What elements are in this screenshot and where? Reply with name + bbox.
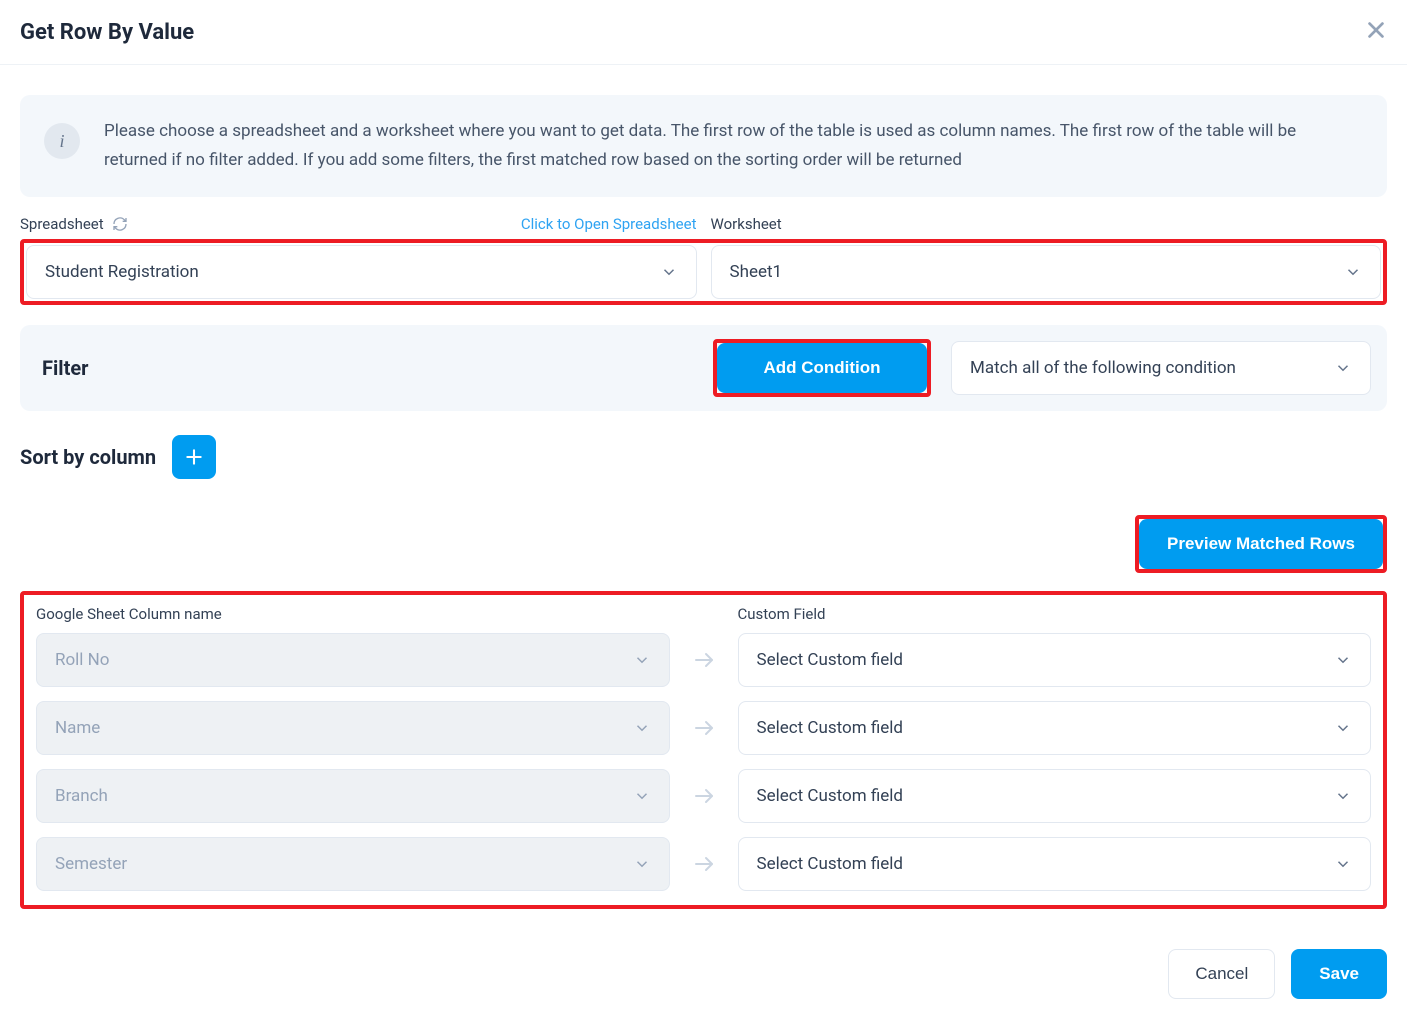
chevron-down-icon [633, 651, 651, 669]
sort-title: Sort by column [20, 445, 156, 469]
add-condition-button[interactable]: Add Condition [717, 343, 927, 393]
spreadsheet-value: Student Registration [45, 262, 199, 282]
chevron-down-icon [633, 719, 651, 737]
cancel-button[interactable]: Cancel [1168, 949, 1275, 999]
chevron-down-icon [660, 263, 678, 281]
highlight-preview: Preview Matched Rows [1135, 515, 1387, 573]
column-select[interactable]: Name [36, 701, 670, 755]
info-icon: i [44, 123, 80, 159]
arrow-icon [684, 852, 724, 876]
mapping-row: Branch Select Custom field [36, 769, 1371, 823]
chevron-down-icon [1334, 359, 1352, 377]
preview-button[interactable]: Preview Matched Rows [1139, 519, 1383, 569]
dialog-title: Get Row By Value [20, 20, 194, 45]
spreadsheet-label: Spreadsheet [20, 215, 104, 233]
custom-field-select[interactable]: Select Custom field [738, 837, 1372, 891]
sort-row: Sort by column [20, 435, 1387, 479]
custom-field-header: Custom Field [738, 605, 1372, 623]
worksheet-select[interactable]: Sheet1 [711, 245, 1382, 299]
chevron-down-icon [1334, 719, 1352, 737]
column-name-header: Google Sheet Column name [36, 605, 670, 623]
add-sort-button[interactable] [172, 435, 216, 479]
filter-title: Filter [42, 356, 693, 380]
plus-icon [184, 447, 204, 467]
refresh-icon[interactable] [112, 216, 128, 232]
close-button[interactable] [1365, 18, 1387, 46]
mapping-row: Semester Select Custom field [36, 837, 1371, 891]
highlight-mapping: Google Sheet Column name Custom Field Ro… [20, 591, 1387, 909]
custom-field-select[interactable]: Select Custom field [738, 633, 1372, 687]
chevron-down-icon [1334, 855, 1352, 873]
column-select[interactable]: Branch [36, 769, 670, 823]
mapping-row: Name Select Custom field [36, 701, 1371, 755]
column-select[interactable]: Roll No [36, 633, 670, 687]
match-condition-value: Match all of the following condition [970, 358, 1236, 378]
column-select[interactable]: Semester [36, 837, 670, 891]
close-icon [1365, 19, 1387, 41]
worksheet-label: Worksheet [711, 215, 782, 233]
open-spreadsheet-link[interactable]: Click to Open Spreadsheet [521, 215, 697, 233]
chevron-down-icon [633, 855, 651, 873]
arrow-icon [684, 716, 724, 740]
chevron-down-icon [1334, 651, 1352, 669]
info-banner: i Please choose a spreadsheet and a work… [20, 95, 1387, 197]
custom-field-select[interactable]: Select Custom field [738, 701, 1372, 755]
dialog-header: Get Row By Value [0, 0, 1407, 65]
mapping-row: Roll No Select Custom field [36, 633, 1371, 687]
chevron-down-icon [1334, 787, 1352, 805]
arrow-icon [684, 648, 724, 672]
filter-bar: Filter Add Condition Match all of the fo… [20, 325, 1387, 411]
arrow-icon [684, 784, 724, 808]
spreadsheet-select[interactable]: Student Registration [26, 245, 697, 299]
worksheet-value: Sheet1 [730, 262, 783, 282]
match-condition-select[interactable]: Match all of the following condition [951, 341, 1371, 395]
highlight-selectors: Student Registration Sheet1 [20, 239, 1387, 305]
chevron-down-icon [1344, 263, 1362, 281]
chevron-down-icon [633, 787, 651, 805]
highlight-add-condition: Add Condition [713, 339, 931, 397]
info-text: Please choose a spreadsheet and a worksh… [104, 117, 1363, 175]
dialog-footer: Cancel Save [20, 949, 1387, 999]
custom-field-select[interactable]: Select Custom field [738, 769, 1372, 823]
save-button[interactable]: Save [1291, 949, 1387, 999]
